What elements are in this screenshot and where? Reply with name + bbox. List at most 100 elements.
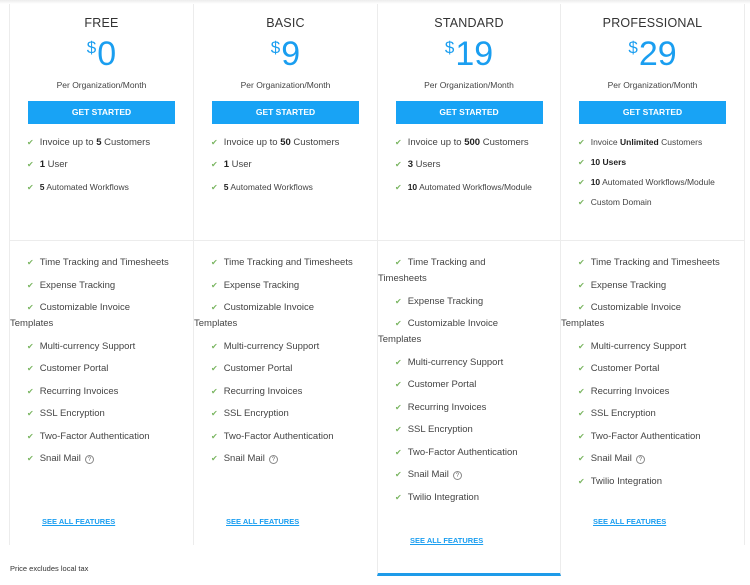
plan-price: $9 — [194, 35, 377, 75]
feature-item: ✔ Recurring Invoices — [395, 400, 552, 416]
see-all-features-link[interactable]: SEE ALL FEATURES — [226, 517, 299, 526]
limit-item: ✔ Custom Domain — [578, 195, 744, 215]
check-icon: ✔ — [578, 386, 585, 396]
check-icon: ✔ — [27, 303, 34, 312]
check-icon: ✔ — [578, 138, 585, 147]
check-icon: ✔ — [211, 431, 218, 441]
see-all-features-link[interactable]: SEE ALL FEATURES — [42, 517, 115, 526]
feature-item: ✔ Recurring Invoices — [211, 384, 369, 400]
feature-item: ✔ Recurring Invoices — [578, 384, 736, 400]
check-icon: ✔ — [395, 425, 402, 434]
feature-list: ✔ Time Tracking and Timesheets ✔ Expense Tra… — [378, 241, 560, 506]
feature-label: Twilio Integration — [590, 475, 662, 487]
limit-item: ✔ Invoice up to 500 Customers — [395, 136, 560, 158]
limit-item: ✔ Invoice up to 50 Customers — [211, 136, 377, 158]
feature-item: ✔ Expense Tracking — [27, 278, 185, 294]
tax-note: Price excludes local tax — [10, 564, 89, 573]
feature-label: Multi-currency Support — [407, 356, 504, 368]
feature-label: Snail Mail — [223, 453, 265, 464]
limit-item: ✔ 5 Automated Workflows — [211, 180, 377, 202]
check-icon: ✔ — [578, 364, 585, 373]
check-icon: ✔ — [395, 470, 402, 479]
feature-item: ✔ Customer Portal — [395, 377, 552, 393]
check-icon: ✔ — [211, 258, 218, 267]
limit-text-post: Automated Workflows/Module — [600, 177, 715, 187]
plan-card-standard: STANDARD $19 Per Organization/Month GET STA… — [377, 4, 561, 576]
limit-item: ✔ Invoice Unlimited Customers — [578, 135, 744, 155]
plan-card-basic: BASIC $9 Per Organization/Month GET STARTED… — [193, 4, 377, 545]
help-icon[interactable]: ? — [84, 455, 94, 464]
limit-text-post: Automated Workflows/Module — [417, 182, 532, 192]
feature-list: ✔ Time Tracking and Timesheets ✔ Expense Tr… — [10, 241, 193, 467]
plan-name: BASIC — [266, 16, 305, 30]
feature-label: Recurring Invoices — [407, 401, 487, 413]
limit-item: ✔ 10 Users — [578, 155, 744, 175]
get-started-button[interactable]: GET STARTED — [212, 101, 359, 124]
currency-symbol: $ — [86, 38, 97, 57]
limit-text-post: User — [45, 159, 68, 170]
limit-text-post: Users — [413, 159, 441, 170]
limit-item: ✔ 5 Automated Workflows — [27, 180, 193, 202]
get-started-button[interactable]: GET STARTED — [579, 101, 726, 124]
limit-text-pre: Invoice up to — [39, 137, 97, 148]
limit-item: ✔ 1 User — [27, 158, 193, 180]
feature-label: SSL Encryption — [223, 408, 289, 419]
check-icon: ✔ — [211, 183, 218, 192]
help-icon[interactable]: ? — [268, 455, 278, 464]
price-amount: 19 — [455, 35, 494, 73]
feature-label: SSL Encryption — [590, 408, 656, 419]
see-all-features-link[interactable]: SEE ALL FEATURES — [593, 517, 666, 526]
billing-period: Per Organization/Month — [240, 80, 331, 90]
check-icon: ✔ — [395, 380, 402, 389]
billing-period: Per Organization/Month — [56, 80, 147, 90]
plan-header: BASIC $9 Per Organization/Month GET STARTED… — [194, 4, 377, 241]
feature-item: ✔ SSL Encryption — [27, 406, 185, 422]
feature-item: ✔ Time Tracking and Timesheets — [378, 255, 552, 287]
limit-text-post: User — [229, 159, 252, 170]
limit-text-pre: Invoice up to — [223, 137, 281, 148]
check-icon: ✔ — [211, 138, 218, 147]
check-icon: ✔ — [27, 183, 34, 192]
check-icon: ✔ — [578, 303, 585, 312]
check-icon: ✔ — [27, 341, 34, 351]
feature-item: ✔ Time Tracking and Timesheets — [211, 255, 369, 271]
plan-price: $19 — [378, 35, 560, 75]
feature-item: ✔ SSL Encryption — [395, 422, 552, 438]
price-amount: 0 — [97, 35, 117, 73]
feature-item: ✔ Snail Mail? — [578, 451, 736, 467]
plan-header: STANDARD $19 Per Organization/Month GET STA… — [378, 4, 560, 241]
feature-item: ✔ Customizable Invoice Templates — [194, 300, 369, 332]
limit-item: ✔ Invoice up to 5 Customers — [27, 136, 193, 158]
feature-label: Two-Factor Authentication — [590, 430, 701, 442]
feature-item: ✔ Two-Factor Authentication — [211, 429, 369, 445]
feature-item: ✔ Customizable Invoice Templates — [561, 300, 736, 332]
help-icon[interactable]: ? — [635, 455, 645, 464]
feature-item: ✔ Time Tracking and Timesheets — [578, 255, 736, 271]
feature-label: Recurring Invoices — [590, 385, 670, 397]
limit-text-pre: Invoice up to — [407, 137, 465, 148]
feature-item: ✔ Expense Tracking — [578, 278, 736, 294]
plan-price: $0 — [10, 35, 193, 75]
feature-label: SSL Encryption — [407, 424, 473, 435]
plan-card-free: FREE $0 Per Organization/Month GET STARTED ✔… — [9, 4, 193, 545]
feature-label: Expense Tracking — [223, 279, 300, 291]
feature-item: ✔ Customer Portal — [211, 361, 369, 377]
feature-item: ✔ Two-Factor Authentication — [578, 429, 736, 445]
feature-label-continuation: Templates — [378, 334, 422, 345]
limit-text-post: Customers — [658, 137, 703, 147]
plan-header: PROFESSIONAL $29 Per Organization/Month GET… — [561, 4, 744, 241]
check-icon: ✔ — [578, 158, 585, 167]
check-icon: ✔ — [27, 364, 34, 373]
get-started-button[interactable]: GET STARTED — [28, 101, 175, 124]
plan-limits: ✔ Invoice up to 5 Customers ✔ 1 User ✔ 5 Auto… — [10, 124, 193, 202]
plan-name: FREE — [84, 16, 119, 30]
check-icon: ✔ — [27, 386, 34, 396]
check-icon: ✔ — [211, 409, 218, 418]
help-icon[interactable]: ? — [452, 471, 462, 480]
feature-label: Multi-currency Support — [590, 340, 687, 352]
plan-card-professional: PROFESSIONAL $29 Per Organization/Month GET… — [561, 4, 745, 545]
check-icon: ✔ — [395, 357, 402, 367]
feature-label: Twilio Integration — [407, 491, 479, 503]
get-started-button[interactable]: GET STARTED — [395, 101, 543, 124]
see-all-features-link[interactable]: SEE ALL FEATURES — [410, 536, 483, 545]
